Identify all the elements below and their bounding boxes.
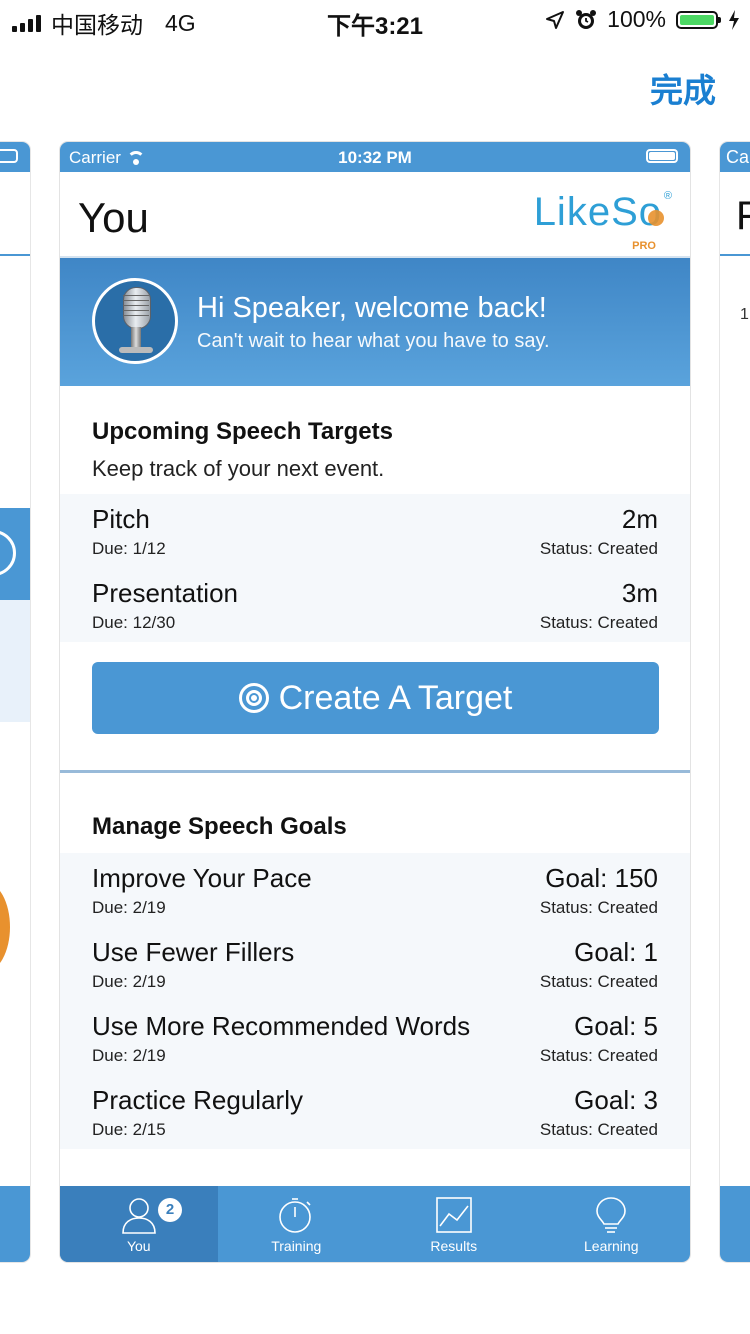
tab-learning[interactable]: Learning [533,1186,691,1262]
speech-targets-title: Upcoming Speech Targets [92,418,393,445]
next-card-carrier: Ca [726,147,750,167]
next-card-tabbar [720,1186,750,1262]
page-title: You [78,194,149,241]
speech-goals-section: Manage Speech Goals Improve Your Pace Du… [60,773,690,1149]
tab-bar: 2 You Training Results Learning [60,1186,690,1262]
goal-status: Status: Created [539,1046,658,1065]
location-arrow-icon [546,10,565,29]
previous-card-banner [0,508,30,600]
goal-name: Practice Regularly [92,1085,303,1115]
registered-mark-icon: ® [663,190,672,202]
goal-value: Goal: 150 [545,863,658,893]
logo-bubble-icon [648,210,664,226]
tab-label: You [126,1238,151,1254]
target-row[interactable]: Pitch Due: 1/12 2m Status: Created [60,494,690,568]
inner-battery-icon [646,149,678,163]
target-name: Presentation [92,578,238,608]
target-icon [238,683,269,713]
goal-due: Due: 2/15 [92,1120,166,1139]
target-duration: 2m [621,504,658,534]
previous-card[interactable] [0,142,30,1262]
create-target-button[interactable]: Create A Target [92,662,659,734]
goal-name: Improve Your Pace [92,863,312,893]
chart-icon [435,1197,472,1233]
speech-targets-description: Keep track of your next event. [92,456,385,481]
likeso-logo: LikeSo ® PRO [533,190,672,252]
target-name: Pitch [92,504,150,534]
battery-icon [676,10,721,29]
done-button[interactable]: 完成 [650,64,716,112]
goal-row[interactable]: Use More Recommended Words Due: 2/19 Goa… [60,1001,690,1075]
screen-header: You LikeSo ® PRO [60,172,690,258]
person-icon [121,1198,156,1234]
you-screen-card[interactable]: Carrier 10:32 PM You LikeSo ® PRO Hi Spe… [60,142,690,1262]
next-card-status-bar: Ca [720,142,750,172]
goal-name: Use Fewer Fillers [92,937,295,967]
goal-value: Goal: 3 [574,1085,658,1115]
goal-value: Goal: 5 [574,1011,658,1041]
logo-pro-badge: PRO [632,240,656,252]
goal-status: Status: Created [539,898,658,917]
previous-card-status-bar [0,142,30,172]
create-target-label: Create A Target [278,678,513,717]
goal-row[interactable]: Use Fewer Fillers Due: 2/19 Goal: 1 Stat… [60,927,690,1001]
previous-card-orange-circle [0,882,10,972]
goal-row[interactable]: Improve Your Pace Due: 2/19 Goal: 150 St… [60,853,690,927]
goal-name: Use More Recommended Words [92,1011,471,1041]
goal-row[interactable]: Practice Regularly Due: 2/15 Goal: 3 Sta… [60,1075,690,1149]
status-right: 100% [545,6,740,33]
target-duration: 3m [621,578,658,608]
welcome-subtitle: Can't wait to hear what you have to say. [197,330,550,352]
tab-label: Results [430,1238,478,1254]
target-status: Status: Created [539,613,658,632]
inner-time: 10:32 PM [338,148,412,167]
stopwatch-icon [279,1198,312,1233]
previous-card-panel [0,600,30,722]
tab-label: Training [271,1238,322,1254]
next-card-number: 1 [740,306,749,323]
target-due: Due: 1/12 [92,539,166,558]
goal-value: Goal: 1 [574,937,658,967]
status-bar: 中国移动 4G 下午3:21 100% [0,0,750,42]
microphone-avatar-icon[interactable] [92,278,178,364]
goal-due: Due: 2/19 [92,972,166,991]
next-card[interactable]: Ca F 1 [720,142,750,1262]
speech-goals-title: Manage Speech Goals [92,813,347,840]
welcome-greeting: Hi Speaker, welcome back! [197,292,547,324]
next-card-title: F [736,194,750,238]
target-due: Due: 12/30 [92,613,176,632]
goal-due: Due: 2/19 [92,898,166,917]
goal-status: Status: Created [539,1120,658,1139]
lightbulb-icon [596,1197,627,1233]
notification-badge: 2 [158,1198,182,1222]
goal-due: Due: 2/19 [92,1046,166,1065]
speech-targets-section: Upcoming Speech Targets Keep track of yo… [60,386,690,770]
tab-training[interactable]: Training [218,1186,376,1262]
tab-you[interactable]: 2 You [60,1186,218,1262]
goal-status: Status: Created [539,972,658,991]
tab-label: Learning [584,1238,639,1254]
logo-text: LikeSo [533,190,662,234]
charging-bolt-icon [729,9,739,30]
alarm-clock-icon [576,9,597,29]
target-row[interactable]: Presentation Due: 12/30 3m Status: Creat… [60,568,690,642]
tab-results[interactable]: Results [375,1186,533,1262]
welcome-banner: Hi Speaker, welcome back! Can't wait to … [60,258,690,386]
previous-card-tabbar [0,1186,30,1262]
target-status: Status: Created [539,539,658,558]
battery-percent: 100% [607,6,666,32]
inner-status-bar: Carrier 10:32 PM [60,142,690,172]
